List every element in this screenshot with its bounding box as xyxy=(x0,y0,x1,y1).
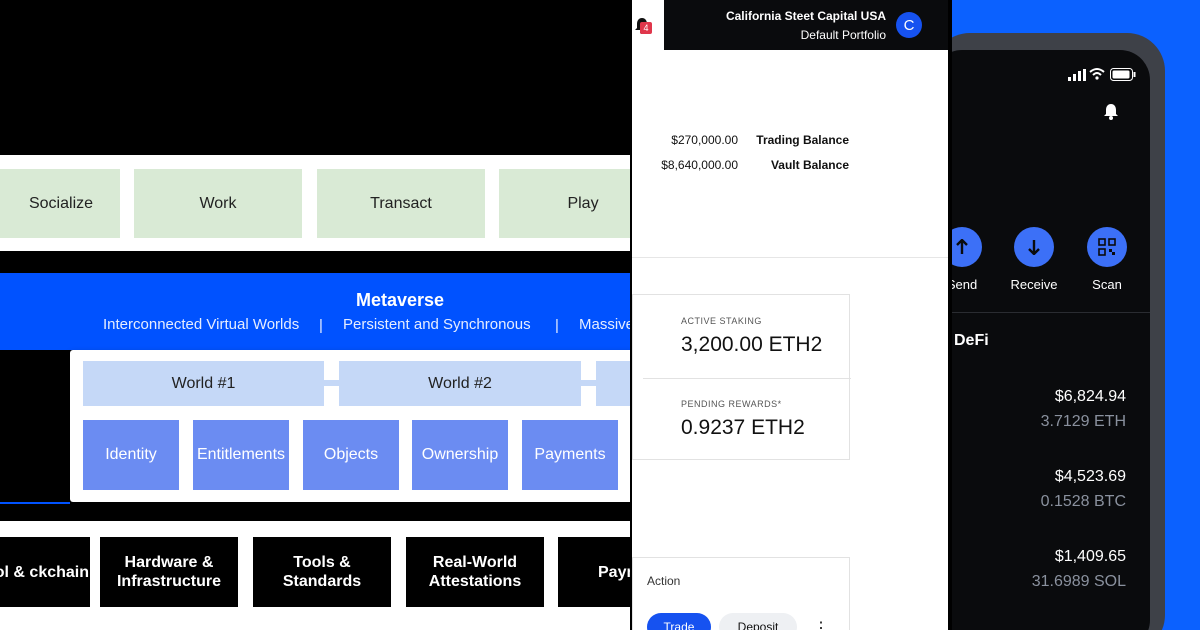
bell-icon[interactable] xyxy=(1102,102,1120,122)
world-3-partial xyxy=(596,361,630,406)
active-staking-value: 3,200.00 ETH2 xyxy=(681,333,823,356)
layer-objects: Objects xyxy=(303,420,399,490)
portfolio-dashboard: 4 California Steet Capital USA Default P… xyxy=(632,0,948,630)
scan-label: Scan xyxy=(1092,277,1122,292)
world-1: World #1 xyxy=(83,361,324,406)
receive-label: Receive xyxy=(1010,277,1058,292)
world-2: World #2 xyxy=(339,361,581,406)
notification-badge: 4 xyxy=(640,22,652,34)
wifi-icon xyxy=(1089,68,1105,80)
activity-transact: Transact xyxy=(317,169,485,238)
metaverse-attribute: Massive xyxy=(579,316,630,333)
avatar[interactable]: C xyxy=(896,12,922,38)
arrow-up-icon xyxy=(956,239,968,254)
section-title: DeFi xyxy=(954,332,989,349)
portfolio-name: Default Portfolio xyxy=(800,28,886,42)
vault-balance-amount: $8,640,000.00 xyxy=(661,158,738,172)
qr-code-icon xyxy=(1098,238,1116,256)
account-header[interactable]: California Steet Capital USA Default Por… xyxy=(664,0,948,50)
metaverse-diagram: Socialize Work Transact Play Metaverse I… xyxy=(0,0,630,630)
activity-play: Play xyxy=(499,169,630,238)
more-options-icon[interactable]: ⋮ xyxy=(813,618,829,630)
trade-button[interactable]: Trade xyxy=(647,613,711,630)
section-divider xyxy=(632,257,948,258)
arrow-down-icon xyxy=(1028,240,1040,255)
mobile-wallet: Send Receive Scan DeFi $6,824.94 3.7129 … xyxy=(952,0,1200,630)
send-label: Send xyxy=(952,277,978,292)
asset-sol-value[interactable]: $1,409.65 xyxy=(1055,548,1126,566)
divider-line xyxy=(0,502,70,504)
asset-btc-value[interactable]: $4,523.69 xyxy=(1055,468,1126,486)
pending-rewards-label: PENDING REWARDS* xyxy=(681,399,782,409)
signal-icon xyxy=(1068,69,1086,81)
separator: | xyxy=(319,317,323,334)
vault-balance-label: Vault Balance xyxy=(770,158,849,172)
foundation-tools: Tools & Standards xyxy=(253,537,391,607)
foundation-hardware: Hardware & Infrastructure xyxy=(100,537,238,607)
trading-balance-label: Trading Balance xyxy=(756,133,849,147)
trading-balance-amount: $270,000.00 xyxy=(671,133,738,147)
foundation-protocol: otocol & ckchain xyxy=(0,537,90,607)
metaverse-attribute: Persistent and Synchronous xyxy=(343,316,531,333)
asset-eth-amount: 3.7129 ETH xyxy=(1040,413,1126,430)
org-name: California Steet Capital USA xyxy=(725,9,886,23)
staking-card: ACTIVE STAKING 3,200.00 ETH2 PENDING REW… xyxy=(632,294,851,460)
battery-icon xyxy=(1110,68,1136,81)
metaverse-title: Metaverse xyxy=(355,290,445,310)
asset-sol-amount: 31.6989 SOL xyxy=(1031,573,1126,590)
layer-entitlements: Entitlements xyxy=(193,420,289,490)
foundation-attestations: Real-World Attestations xyxy=(406,537,544,607)
section-divider xyxy=(952,312,1150,313)
action-label: Action xyxy=(647,574,681,588)
notifications-button[interactable]: 4 xyxy=(632,10,664,40)
receive-button[interactable] xyxy=(1014,227,1054,267)
scan-button[interactable] xyxy=(1087,227,1127,267)
asset-btc-amount: 0.1528 BTC xyxy=(1040,493,1126,510)
world-connector xyxy=(581,380,597,386)
layer-identity: Identity xyxy=(83,420,179,490)
world-connector xyxy=(324,380,340,386)
asset-eth-value[interactable]: $6,824.94 xyxy=(1055,388,1126,406)
layer-ownership: Ownership xyxy=(412,420,508,490)
separator: | xyxy=(555,317,559,334)
active-staking-label: ACTIVE STAKING xyxy=(681,316,762,326)
pending-rewards-value: 0.9237 ETH2 xyxy=(681,416,805,439)
layer-payments: Payments xyxy=(522,420,618,490)
action-card: Action Trade Deposit ⋮ xyxy=(632,557,850,630)
card-divider xyxy=(643,378,851,379)
deposit-button[interactable]: Deposit xyxy=(719,613,797,630)
metaverse-attribute: Interconnected Virtual Worlds xyxy=(103,316,300,333)
foundation-payments: Paym Ra xyxy=(558,537,630,607)
activity-socialize: Socialize xyxy=(0,169,120,238)
metaverse-band: Metaverse Interconnected Virtual Worlds … xyxy=(0,273,630,350)
activity-work: Work xyxy=(134,169,302,238)
